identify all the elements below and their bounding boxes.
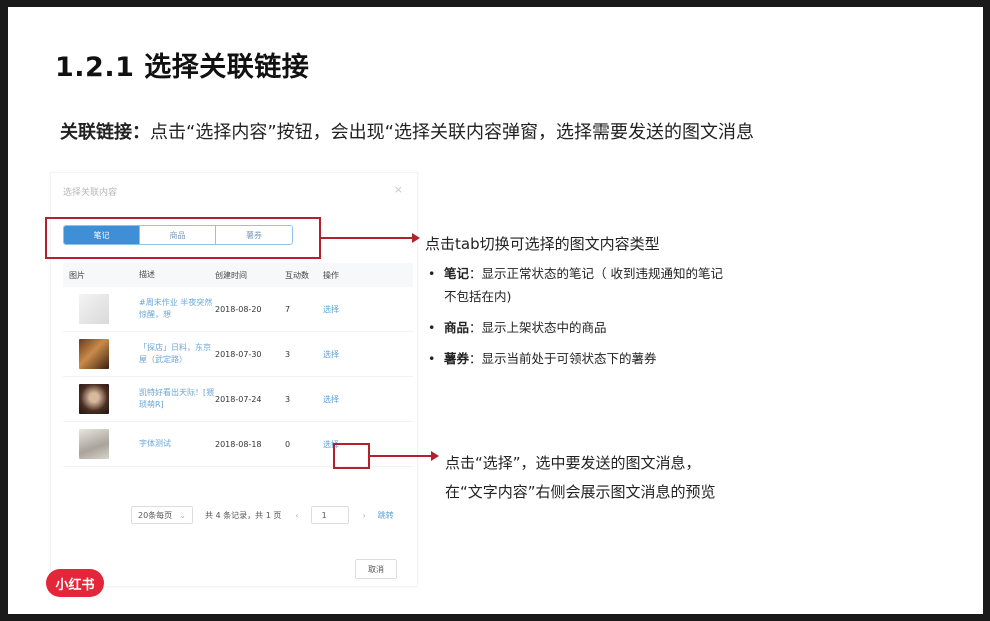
arrow-right-icon [412, 233, 420, 243]
page-size-select[interactable]: 20条每页 ⌄ [131, 506, 193, 524]
tab-type-list: • 笔记：显示正常状态的笔记（ 收到违规通知的笔记不包括在内) • 商品：显示上… [428, 262, 728, 378]
xiaohongshu-logo: 小红书 [46, 569, 104, 597]
slide-title: 1.2.1 选择关联链接 [55, 52, 310, 83]
list-item: • 薯券：显示当前处于可领状态下的薯券 [428, 347, 728, 370]
select-highlight-box [333, 443, 370, 469]
chevron-down-icon: ⌄ [179, 510, 186, 520]
prev-page-icon[interactable]: ‹ [295, 511, 298, 520]
bullet-icon: • [428, 351, 436, 366]
modal-title: 选择关联内容 [63, 188, 118, 198]
pagination: 20条每页 ⌄ 共 4 条记录，共 1 页 ‹ 1 › 跳转 [131, 506, 394, 524]
jump-button[interactable]: 跳转 [378, 510, 394, 521]
bullet-term: 薯券 [444, 351, 470, 366]
select-link[interactable]: 选择 [323, 304, 363, 315]
row-count: 3 [285, 394, 291, 404]
list-item: • 笔记：显示正常状态的笔记（ 收到违规通知的笔记不包括在内) [428, 262, 728, 308]
tabs-arrow-line [321, 237, 413, 239]
col-image: 图片 [69, 270, 85, 280]
bullet-text: ：显示正常状态的笔记（ 收到违规通知的笔记不包括在内) [444, 266, 723, 304]
select-arrow-line [370, 455, 432, 457]
table-row: #周末作业 半夜突然惊醒，想 2018-08-20 7 选择 [63, 287, 413, 332]
bullet-term: 笔记 [444, 266, 470, 281]
bullet-text: ：显示上架状态中的商品 [469, 320, 607, 335]
thumbnail-image [79, 294, 109, 324]
row-date: 2018-07-24 [215, 394, 262, 404]
subtitle-term: 关联链接： [60, 122, 150, 143]
col-desc: 描述 [139, 270, 155, 279]
bullet-icon: • [428, 320, 436, 335]
row-count: 0 [285, 439, 291, 449]
row-count: 3 [285, 349, 291, 359]
row-desc[interactable]: 字体测试 [139, 438, 215, 450]
bullet-term: 商品 [444, 320, 470, 335]
arrow-right-icon [431, 451, 439, 461]
pager-info: 共 4 条记录，共 1 页 [205, 510, 282, 520]
table-header: 图片 描述 创建时间 互动数 操作 [63, 263, 413, 287]
row-date: 2018-08-18 [215, 439, 262, 449]
select-link[interactable]: 选择 [323, 394, 363, 405]
table-row: 「探店」日料，东京屋（武定路） 2018-07-30 3 选择 [63, 332, 413, 377]
bullet-icon: • [428, 266, 436, 281]
select-annotation: 点击“选择”，选中要发送的图文消息，在“文字内容”右侧会展示图文消息的预览 [445, 454, 716, 501]
tabs-annotation: 点击tab切换可选择的图文内容类型 [425, 235, 660, 253]
row-desc[interactable]: #周末作业 半夜突然惊醒，想 [139, 297, 215, 321]
page-input[interactable]: 1 [310, 506, 349, 524]
row-desc[interactable]: 「探店」日料，东京屋（武定路） [139, 342, 215, 366]
row-date: 2018-07-30 [215, 349, 262, 359]
page-size-label: 20条每页 [138, 510, 173, 520]
table-row: 凯特好看出天际！[猥琐萌R] 2018-07-24 3 选择 [63, 377, 413, 422]
row-count: 7 [285, 304, 291, 314]
close-icon[interactable]: × [394, 183, 403, 196]
thumbnail-image [79, 429, 109, 459]
col-date: 创建时间 [215, 270, 247, 280]
slide: 1.2.1 选择关联链接 关联链接：点击“选择内容”按钮，会出现“选择关联内容弹… [8, 7, 983, 614]
col-count: 互动数 [285, 270, 309, 280]
subtitle-text: 点击“选择内容”按钮，会出现“选择关联内容弹窗，选择需要发送的图文消息 [150, 122, 754, 143]
cancel-button[interactable]: 取消 [355, 559, 397, 579]
content-table: 图片 描述 创建时间 互动数 操作 #周末作业 半夜突然惊醒，想 2018-08… [63, 263, 413, 467]
slide-subtitle: 关联链接：点击“选择内容”按钮，会出现“选择关联内容弹窗，选择需要发送的图文消息 [60, 118, 754, 144]
thumbnail-image [79, 339, 109, 369]
tabs-highlight-box [45, 217, 321, 259]
next-page-icon[interactable]: › [363, 511, 366, 520]
bullet-text: ：显示当前处于可领状态下的薯券 [469, 351, 657, 366]
list-item: • 商品：显示上架状态中的商品 [428, 316, 728, 339]
col-op: 操作 [323, 270, 339, 280]
thumbnail-image [79, 384, 109, 414]
select-link[interactable]: 选择 [323, 349, 363, 360]
row-desc[interactable]: 凯特好看出天际！[猥琐萌R] [139, 387, 215, 411]
row-date: 2018-08-20 [215, 304, 262, 314]
